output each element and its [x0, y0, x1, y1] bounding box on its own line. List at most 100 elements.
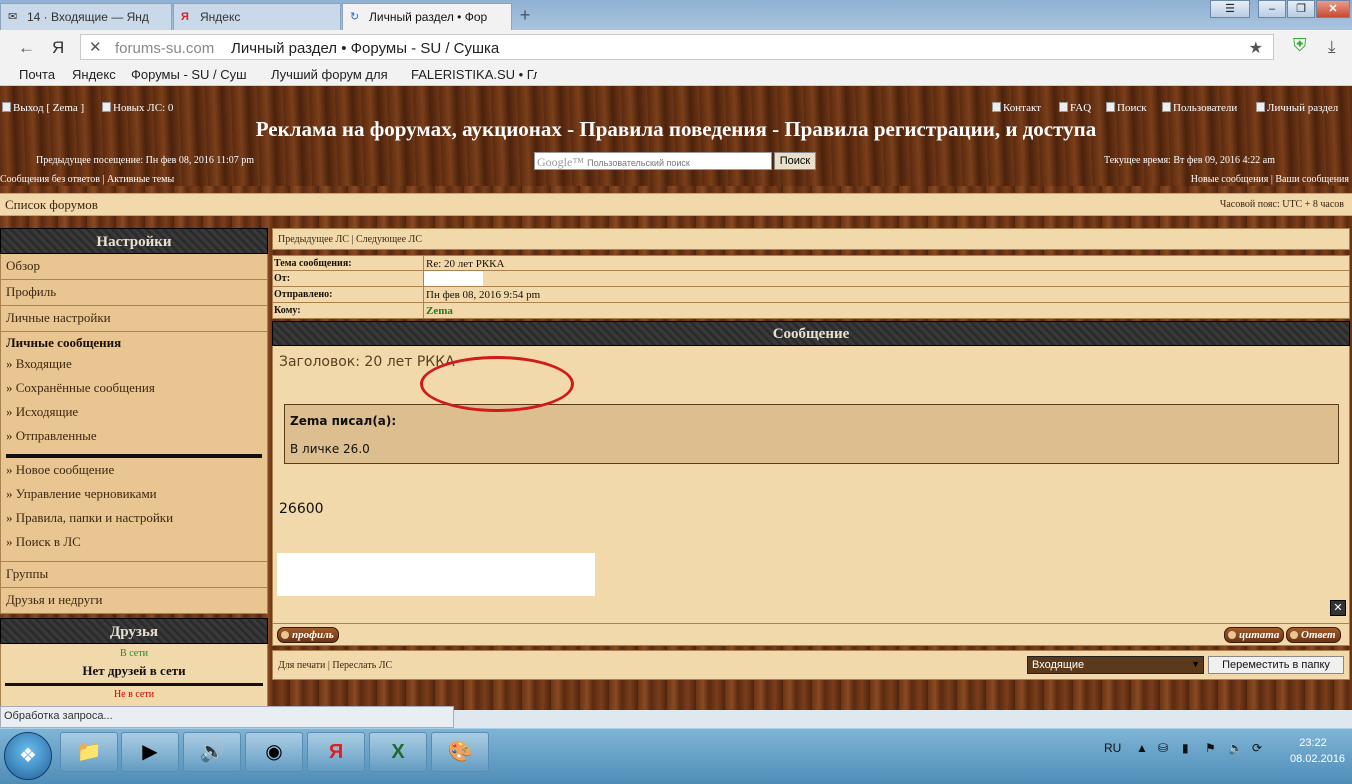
bookmark-star-icon[interactable]: ★ — [1249, 38, 1263, 58]
clock[interactable]: 23:22 08.02.2016 — [1290, 735, 1345, 767]
faq-icon — [1059, 102, 1068, 112]
sidebar-item-sent[interactable]: » Отправленные — [6, 428, 262, 452]
friends-heading: Друзья — [0, 618, 268, 644]
media-player-icon[interactable]: ▶ — [121, 732, 179, 772]
settings-heading: Настройки — [0, 228, 268, 254]
sidebar-item-compose[interactable]: » Новое сообщение — [6, 462, 262, 486]
explorer-icon[interactable]: 📁 — [60, 732, 118, 772]
show-hidden-icons-icon[interactable]: ▲ — [1136, 741, 1148, 755]
sidebar-item-rules[interactable]: » Правила, папки и настройки — [6, 510, 262, 534]
message-subject: Заголовок: 20 лет РККА — [279, 354, 455, 370]
contact-link[interactable]: Контакт — [992, 102, 1041, 114]
close-window-icon[interactable]: ✕ — [1316, 0, 1350, 18]
site-title[interactable]: Реклама на форумах, аукционах - Правила … — [0, 117, 1352, 142]
reply-button[interactable]: Ответ — [1286, 627, 1341, 643]
tab-label: 14 · Входящие — Янд — [27, 10, 149, 24]
minimize-icon[interactable]: – — [1258, 0, 1286, 18]
pm-field-to: Кому: Zema — [272, 303, 1350, 319]
paint-icon[interactable]: 🎨 — [431, 732, 489, 772]
friends-panel: В сети Нет друзей в сети Не в сети — [0, 644, 268, 710]
sidebar-item-outbox[interactable]: » Исходящие — [6, 404, 262, 428]
sidebar-item-inbox[interactable]: » Входящие — [6, 356, 262, 380]
usb-icon[interactable]: ⛁ — [1158, 741, 1168, 755]
network-icon[interactable]: ▮ — [1182, 741, 1189, 755]
google-search-input[interactable]: Google™ Пользовательский поиск — [534, 152, 772, 170]
tab-personal-section[interactable]: ↻ Личный раздел • Фор — [342, 3, 512, 30]
profile-button[interactable]: профиль — [277, 627, 339, 643]
message-actions: профиль цитата Ответ — [272, 624, 1350, 646]
pm-icon — [102, 102, 111, 112]
search-link[interactable]: Поиск — [1106, 102, 1147, 114]
downloads-icon[interactable]: ⤓ — [1328, 37, 1336, 57]
divider — [5, 683, 263, 686]
sidebar-item-profile[interactable]: Профиль — [0, 280, 268, 306]
search-button[interactable]: Поиск — [774, 152, 816, 170]
faq-link[interactable]: FAQ — [1059, 102, 1091, 114]
forum-header: Выход [ Zema ] Новых ЛС: 0 Контакт FAQ П… — [0, 86, 1352, 186]
mail-icon: ✉ — [8, 11, 18, 23]
menu-icon[interactable]: ☰ — [1210, 0, 1250, 18]
bookmark-item[interactable]: Яндекс — [72, 67, 116, 82]
sidebar-item-groups[interactable]: Группы — [0, 562, 268, 588]
stop-loading-icon[interactable]: ✕ — [89, 38, 102, 56]
ucp-sidebar: Настройки Обзор Профиль Личные настройки… — [0, 228, 268, 710]
quote-button[interactable]: цитата — [1224, 627, 1285, 643]
flag-icon[interactable]: ⚑ — [1205, 741, 1216, 755]
language-indicator[interactable]: RU — [1104, 741, 1121, 755]
bookmark-item[interactable]: Лучший форум для — [271, 67, 397, 82]
quote-text: В личке 26.0 — [290, 442, 370, 456]
back-icon[interactable]: ← — [18, 38, 35, 58]
sidebar-item-preferences[interactable]: Личные настройки — [0, 306, 268, 332]
current-time: Текущее время: Вт фев 09, 2016 4:22 am — [1104, 155, 1276, 166]
sidebar-item-overview[interactable]: Обзор — [0, 254, 268, 280]
url-page-title: Личный раздел • Форумы - SU / Сушка — [231, 40, 500, 57]
new-tab-icon[interactable]: + — [515, 5, 535, 25]
search-icon — [1106, 102, 1115, 112]
sidebar-pm-block: Личные сообщения » Входящие » Сохранённы… — [0, 332, 268, 562]
new-your-posts-links[interactable]: Новые сообщения | Ваши сообщения — [1191, 174, 1349, 185]
protect-shield-icon[interactable]: ⛨ — [1293, 35, 1315, 59]
members-link[interactable]: Пользователи — [1162, 102, 1237, 114]
address-field[interactable]: ✕ forums-su.com Личный раздел • Форумы -… — [80, 34, 1274, 60]
browser-status-bar: Обработка запроса... — [0, 706, 454, 728]
recipient-link[interactable]: Zema — [423, 303, 453, 318]
unanswered-active-links[interactable]: Сообщения без ответов | Активные темы — [0, 174, 174, 185]
folder-select[interactable]: Входящие ▼ — [1027, 656, 1204, 674]
sidebar-item-pm-search[interactable]: » Поиск в ЛС — [6, 534, 262, 558]
ucp-icon — [1256, 102, 1265, 112]
ucp-link[interactable]: Личный раздел — [1256, 102, 1338, 114]
online-label: В сети — [120, 648, 148, 659]
bookmark-item[interactable]: Форумы - SU / Суш — [131, 67, 257, 82]
yandex-browser-icon[interactable]: Я — [307, 732, 365, 772]
excel-icon[interactable]: X — [369, 732, 427, 772]
logout-link[interactable]: Выход [ Zema ] — [2, 102, 84, 114]
sidebar-item-friends-foes[interactable]: Друзья и недруги — [0, 588, 268, 614]
bookmark-item[interactable]: FALERISTIKA.SU • Гл — [411, 67, 537, 82]
bookmark-item[interactable]: Почта — [19, 67, 55, 82]
print-forward-links[interactable]: Для печати | Переслать ЛС — [278, 660, 392, 671]
new-pm-link[interactable]: Новых ЛС: 0 — [102, 102, 173, 114]
start-button[interactable]: ❖ — [4, 732, 52, 780]
tab-yandex[interactable]: Я Яндекс — [173, 3, 341, 30]
sidebar-item-saved[interactable]: » Сохранённые сообщения — [6, 380, 262, 404]
sidebar-item-drafts[interactable]: » Управление черновиками — [6, 486, 262, 510]
address-toolbar: ← Я ✕ forums-su.com Личный раздел • Фору… — [0, 30, 1352, 64]
maximize-icon[interactable]: ❐ — [1287, 0, 1315, 18]
sidebar-pm-title[interactable]: Личные сообщения — [6, 335, 262, 356]
chrome-icon[interactable]: ◉ — [245, 732, 303, 772]
pm-navigation[interactable]: Предыдущее ЛС | Следующее ЛС — [272, 228, 1350, 250]
tab-mail[interactable]: ✉ 14 · Входящие — Янд — [0, 3, 172, 30]
move-to-folder-button[interactable]: Переместить в папку — [1208, 656, 1344, 674]
forum-page: Выход [ Zema ] Новых ЛС: 0 Контакт FAQ П… — [0, 86, 1352, 710]
yandex-icon: Я — [181, 11, 189, 23]
taskbar: ❖ 📁 ▶ 🔊 ◉ Я X 🎨 RU ▲ ⛁ ▮ ⚑ 🔈 ⟳ 23:22 08.… — [0, 728, 1352, 784]
yandex-home-icon[interactable]: Я — [52, 38, 64, 58]
sound-icon[interactable]: 🔊 — [183, 732, 241, 772]
delete-icon[interactable]: ✕ — [1330, 600, 1346, 616]
volume-icon[interactable]: 🔈 — [1228, 741, 1243, 755]
sync-icon[interactable]: ⟳ — [1252, 741, 1262, 755]
tab-label: Личный раздел • Фор — [369, 10, 488, 24]
forum-index-link[interactable]: Список форумов — [5, 197, 98, 213]
timezone: Часовой пояс: UTC + 8 часов — [1219, 199, 1344, 210]
pm-field-subject: Тема сообщения: Re: 20 лет РККА — [272, 255, 1350, 271]
